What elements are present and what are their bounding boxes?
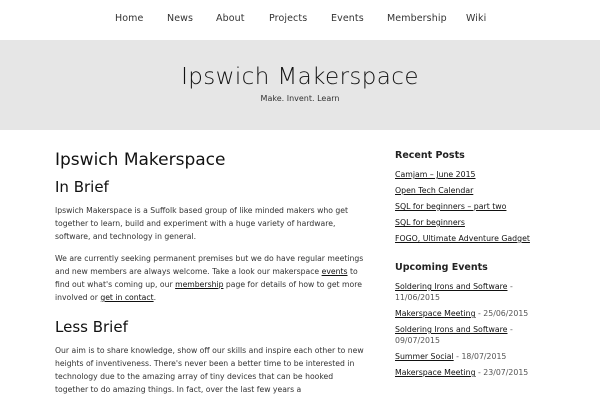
top-navigation: Home News About Projects Events Membersh… <box>0 0 600 40</box>
recent-post-link[interactable]: Open Tech Calendar <box>395 186 473 195</box>
upcoming-events-heading: Upcoming Events <box>395 262 488 273</box>
list-item: Camjam – June 2015 <box>395 169 545 180</box>
page-title: Ipswich Makerspace <box>55 150 226 170</box>
nav-membership[interactable]: Membership <box>387 13 447 24</box>
meetings-text-a: We are currently seeking permanent premi… <box>55 254 364 276</box>
list-item: SQL for beginners – part two <box>395 201 545 212</box>
less-brief-heading: Less Brief <box>55 318 128 336</box>
intro-paragraph: Ipswich Makerspace is a Suffolk based gr… <box>55 206 349 241</box>
event-date: - 18/07/2015 <box>453 352 507 361</box>
list-item: Makerspace Meeting - 23/07/2015 <box>395 367 545 378</box>
nav-projects[interactable]: Projects <box>269 13 307 24</box>
recent-post-link[interactable]: Camjam – June 2015 <box>395 170 476 179</box>
list-item: FOGO, Ultimate Adventure Gadget <box>395 233 545 244</box>
event-link[interactable]: Summer Social <box>395 352 454 361</box>
list-item: Soldering Irons and Software - 09/07/201… <box>395 324 545 346</box>
event-link[interactable]: Makerspace Meeting <box>395 368 476 377</box>
list-item: Summer Social - 18/07/2015 <box>395 351 545 362</box>
meetings-paragraph: We are currently seeking permanent premi… <box>55 252 365 304</box>
recent-posts-heading: Recent Posts <box>395 150 465 161</box>
in-brief-heading: In Brief <box>55 178 109 196</box>
recent-posts-list: Camjam – June 2015 Open Tech Calendar SQ… <box>395 169 545 244</box>
events-link[interactable]: events <box>322 267 348 276</box>
nav-about[interactable]: About <box>216 13 245 24</box>
recent-post-link[interactable]: SQL for beginners – part two <box>395 202 506 211</box>
event-date: - 23/07/2015 <box>475 368 529 377</box>
list-item: SQL for beginners <box>395 217 545 228</box>
aim-paragraph: Our aim is to share knowledge, show off … <box>55 346 364 394</box>
event-date: - 25/06/2015 <box>475 309 529 318</box>
event-link[interactable]: Soldering Irons and Software <box>395 282 507 291</box>
list-item: Soldering Irons and Software - 11/06/201… <box>395 281 545 303</box>
nav-home[interactable]: Home <box>115 13 143 24</box>
list-item: Makerspace Meeting - 25/06/2015 <box>395 308 545 319</box>
list-item: Open Tech Calendar <box>395 185 545 196</box>
site-title[interactable]: Ipswich Makerspace <box>0 64 600 90</box>
nav-news[interactable]: News <box>167 13 193 24</box>
contact-link[interactable]: get in contact <box>100 293 153 302</box>
event-link[interactable]: Makerspace Meeting <box>395 309 476 318</box>
recent-post-link[interactable]: SQL for beginners <box>395 218 465 227</box>
meetings-text-d: . <box>153 293 157 302</box>
recent-post-link[interactable]: FOGO, Ultimate Adventure Gadget <box>395 234 530 243</box>
site-tagline: Make. Invent. Learn <box>260 94 340 103</box>
main-content: Ipswich Makerspace In Brief Ipswich Make… <box>55 148 365 396</box>
upcoming-events-list: Soldering Irons and Software - 11/06/201… <box>395 281 545 378</box>
sidebar: Recent Posts Camjam – June 2015 Open Tec… <box>395 148 545 383</box>
event-link[interactable]: Soldering Irons and Software <box>395 325 507 334</box>
nav-events[interactable]: Events <box>331 13 364 24</box>
nav-wiki[interactable]: Wiki <box>466 13 486 24</box>
site-header: Ipswich Makerspace Make. Invent. Learn <box>0 40 600 130</box>
membership-link[interactable]: membership <box>175 280 223 289</box>
